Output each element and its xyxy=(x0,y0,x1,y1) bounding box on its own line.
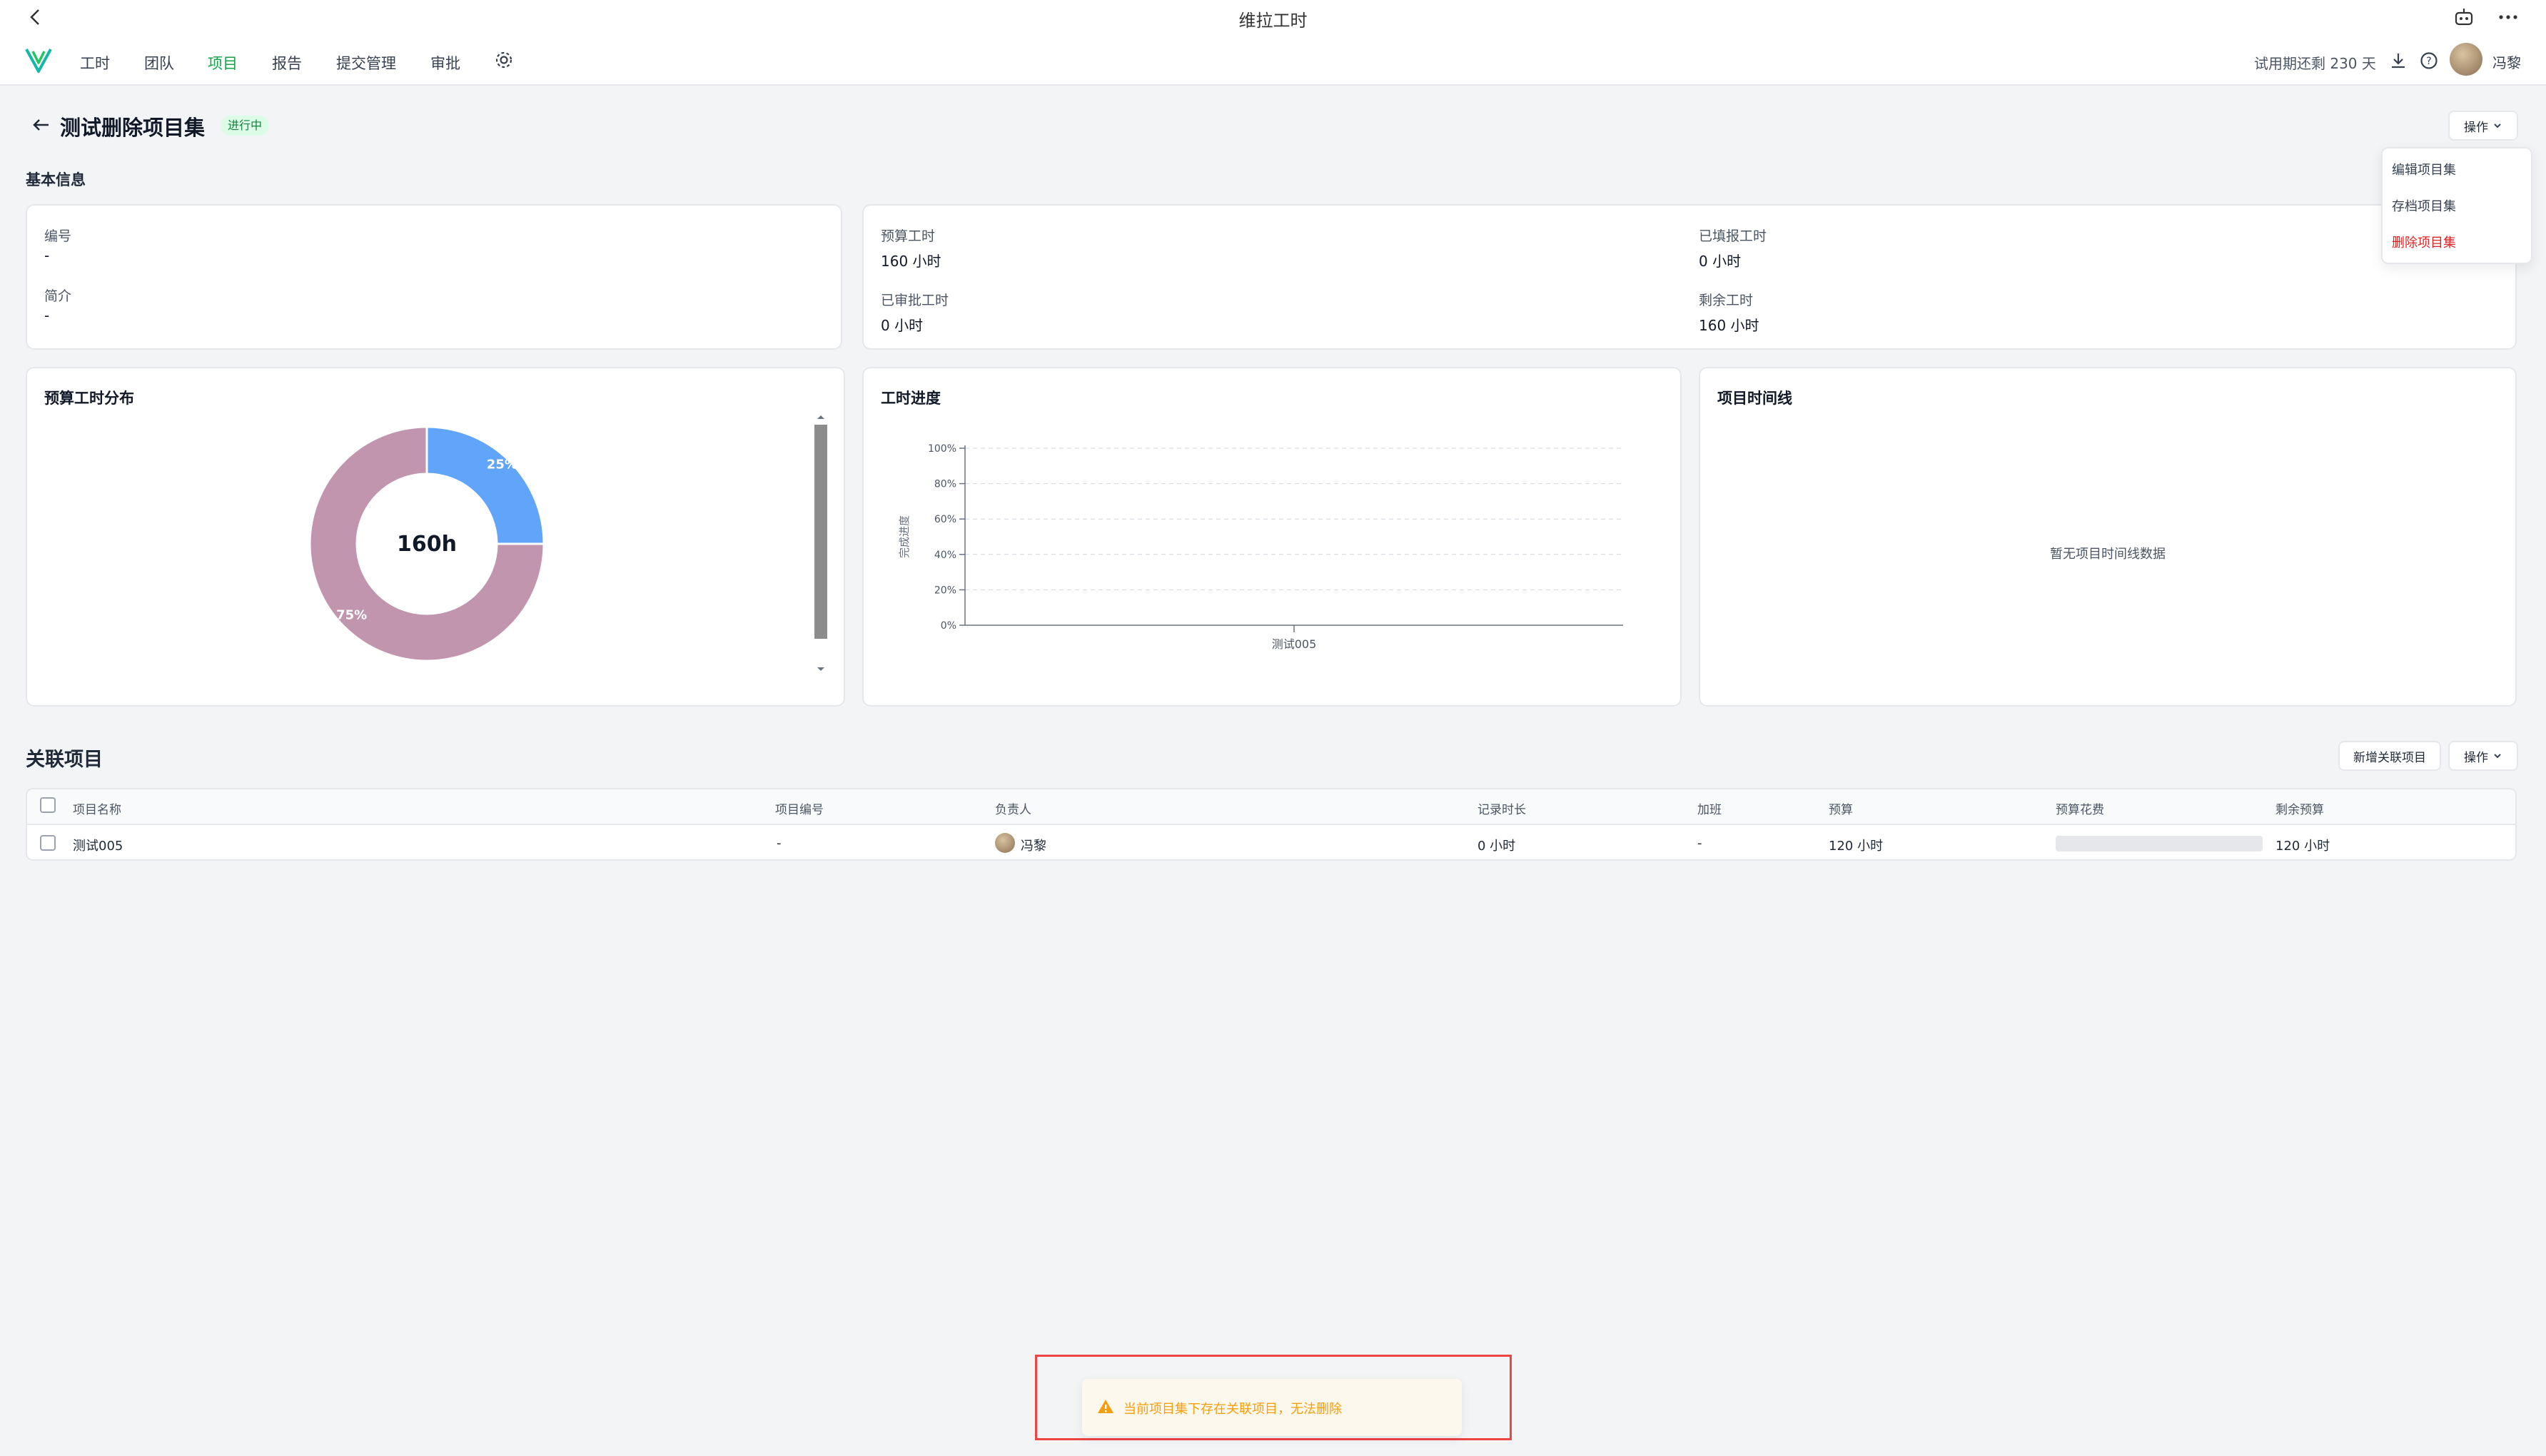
scroll-down-icon[interactable] xyxy=(814,664,828,674)
logo-icon[interactable] xyxy=(24,46,53,74)
basic-info-title: 基本信息 xyxy=(26,171,86,188)
timeline-empty-text: 暂无项目时间线数据 xyxy=(2050,547,2166,562)
timeline-title: 项目时间线 xyxy=(1717,390,1792,407)
timeline-card: 项目时间线 暂无项目时间线数据 xyxy=(1699,367,2517,707)
col-budget-spent[interactable]: 预算花费 xyxy=(2056,799,2104,817)
warning-toast-message: 当前项目集下存在关联项目，无法删除 xyxy=(1123,1402,1342,1417)
col-project-name[interactable]: 项目名称 xyxy=(73,799,121,817)
chart-scrollbar[interactable] xyxy=(814,411,828,675)
menu-item-edit-collection[interactable]: 编辑项目集 xyxy=(2392,160,2456,178)
nav-item-hours[interactable]: 工时 xyxy=(80,52,110,74)
y-tick-label-2: 40% xyxy=(934,550,956,561)
scroll-up-icon[interactable] xyxy=(814,412,828,422)
related-action-button[interactable]: 操作 xyxy=(2448,741,2518,771)
donut-slice-label-1: 75% xyxy=(336,607,367,622)
top-nav: 工时 团队 项目 报告 提交管理 审批 试用期还剩 230 天 ? 冯黎 xyxy=(0,36,2546,86)
y-tick-label-1: 20% xyxy=(934,585,956,596)
col-recorded-time[interactable]: 记录时长 xyxy=(1477,799,1526,817)
robot-icon[interactable] xyxy=(2452,6,2475,29)
y-tick-label-3: 60% xyxy=(934,514,956,525)
related-action-label: 操作 xyxy=(2464,750,2488,765)
code-label: 编号 xyxy=(44,228,72,244)
y-axis-label: 完成进度 xyxy=(898,515,911,558)
y-tick-label-4: 80% xyxy=(934,479,956,490)
chevron-down-icon xyxy=(2494,754,2501,759)
remaining-hours-value: 160 小时 xyxy=(1699,317,1759,334)
progress-card: 工时进度 0% 20% 40% 60% 80% 100% 完成进度 测试005 xyxy=(862,367,1682,707)
col-project-code[interactable]: 项目编号 xyxy=(775,799,824,817)
remaining-hours-label: 剩余工时 xyxy=(1699,293,1754,308)
more-icon[interactable] xyxy=(2495,6,2521,29)
select-all-checkbox[interactable] xyxy=(40,797,56,813)
col-budget[interactable]: 预算 xyxy=(1829,799,1853,817)
y-tick-label-0: 0% xyxy=(941,620,956,632)
nav-item-projects[interactable]: 项目 xyxy=(208,52,238,74)
window-titlebar: 维拉工时 xyxy=(0,0,2546,36)
budget-hours-value: 160 小时 xyxy=(881,253,941,270)
page-title: 测试删除项目集 xyxy=(60,116,206,140)
row-project-code: - xyxy=(777,836,782,851)
user-name[interactable]: 冯黎 xyxy=(2492,51,2521,72)
menu-item-archive-collection[interactable]: 存档项目集 xyxy=(2392,196,2456,215)
download-icon[interactable] xyxy=(2388,51,2408,71)
table-header xyxy=(27,789,2515,825)
budget-hours-label: 预算工时 xyxy=(881,228,936,244)
y-tick-label-5: 100% xyxy=(928,443,956,455)
row-overtime: - xyxy=(1697,836,1702,851)
nav-item-team[interactable]: 团队 xyxy=(144,52,174,74)
progress-bar-chart: 0% 20% 40% 60% 80% 100% 完成进度测试005 xyxy=(898,443,1623,651)
chevron-down-icon xyxy=(2494,123,2501,128)
svg-text:?: ? xyxy=(2426,56,2431,67)
code-value: - xyxy=(44,247,50,264)
warning-icon xyxy=(1098,1400,1113,1413)
row-budget: 120 小时 xyxy=(1829,839,1884,854)
nav-item-reports[interactable]: 报告 xyxy=(272,52,302,74)
x-tick-label-0: 测试005 xyxy=(1272,637,1317,651)
add-related-project-button[interactable]: 新增关联项目 xyxy=(2338,741,2441,771)
filled-hours-value: 0 小时 xyxy=(1699,253,1742,270)
col-overtime[interactable]: 加班 xyxy=(1697,799,1722,817)
budget-distribution-card: 预算工时分布 25% 75% 160h xyxy=(26,367,845,707)
hours-stats-card: 预算工时 160 小时 已审批工时 0 小时 已填报工时 0 小时 剩余工时 1… xyxy=(862,204,2517,350)
row-recorded-time: 0 小时 xyxy=(1477,839,1516,854)
status-badge: 进行中 xyxy=(221,116,270,136)
help-icon[interactable]: ? xyxy=(2419,51,2439,71)
row-remaining-budget: 120 小时 xyxy=(2275,839,2330,854)
window-title: 维拉工时 xyxy=(1238,11,1308,31)
header-action-button[interactable]: 操作 xyxy=(2448,111,2518,141)
donut-center-label: 160h xyxy=(397,532,457,557)
back-arrow-icon[interactable] xyxy=(30,114,51,136)
settings-gear-icon[interactable] xyxy=(494,50,514,70)
basic-info-card: 编号 - 简介 - xyxy=(26,204,842,350)
warning-toast: 当前项目集下存在关联项目，无法删除 xyxy=(1082,1379,1462,1436)
budget-donut-chart: 25% 75% 160h xyxy=(308,425,545,662)
col-owner[interactable]: 负责人 xyxy=(995,799,1031,817)
row-checkbox[interactable] xyxy=(40,835,56,851)
scrollbar-thumb[interactable] xyxy=(814,425,827,639)
intro-label: 简介 xyxy=(44,288,72,304)
row-project-name[interactable]: 测试005 xyxy=(73,836,123,854)
owner-avatar xyxy=(995,833,1015,853)
nav-item-approvals[interactable]: 审批 xyxy=(430,52,460,74)
donut-slice-label-0: 25% xyxy=(487,457,517,472)
approved-hours-value: 0 小时 xyxy=(881,317,924,334)
row-owner: 冯黎 xyxy=(1021,839,1046,854)
user-avatar[interactable] xyxy=(2450,43,2482,76)
nav-item-submissions[interactable]: 提交管理 xyxy=(336,52,396,74)
related-projects-title: 关联项目 xyxy=(26,749,103,771)
col-remaining-budget[interactable]: 剩余预算 xyxy=(2275,799,2324,817)
trial-remaining-text: 试用期还剩 230 天 xyxy=(2254,55,2376,72)
filled-hours-label: 已填报工时 xyxy=(1699,228,1767,244)
header-action-label: 操作 xyxy=(2464,120,2488,135)
menu-item-delete-collection[interactable]: 删除项目集 xyxy=(2392,233,2456,251)
donut-slice-0[interactable] xyxy=(425,425,545,545)
budget-spent-bar xyxy=(2056,836,2263,851)
approved-hours-label: 已审批工时 xyxy=(881,293,949,308)
intro-value: - xyxy=(44,307,50,324)
